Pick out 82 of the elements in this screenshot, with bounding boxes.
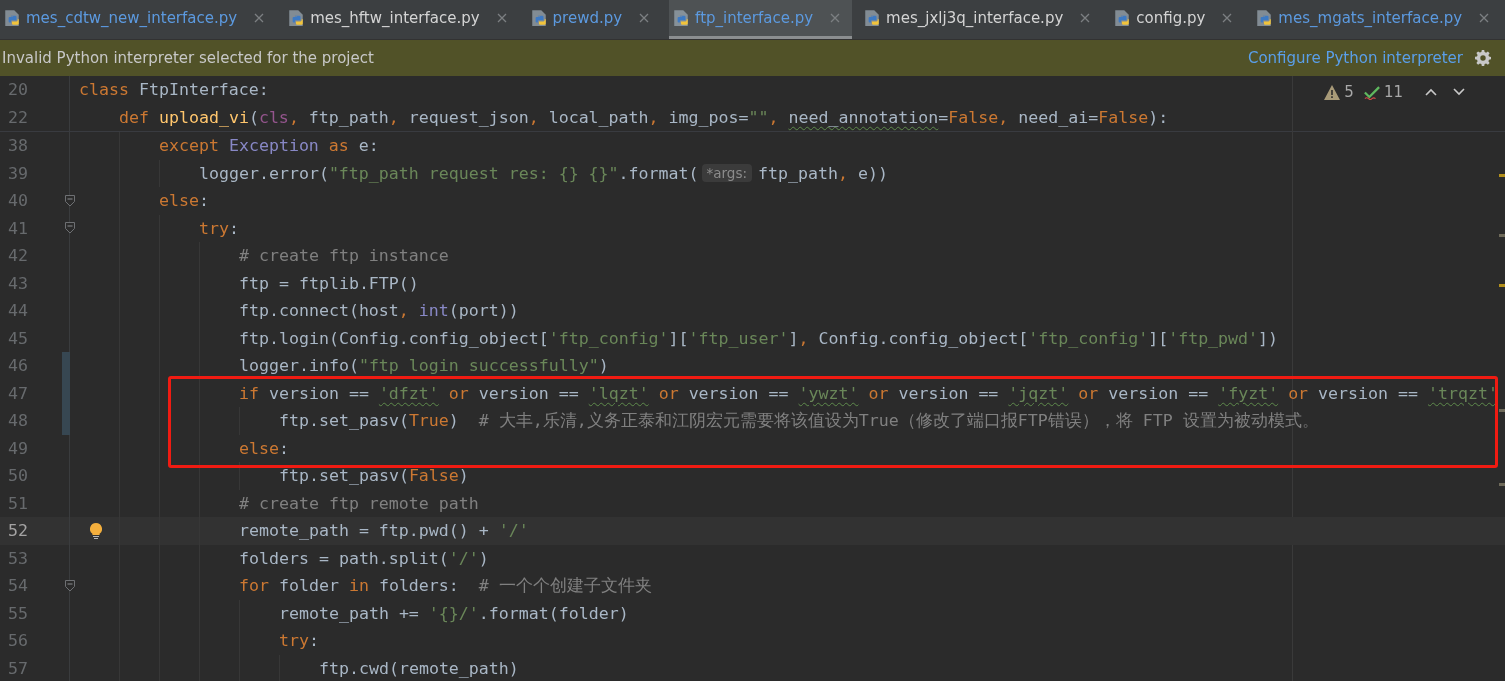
python-file-icon: [672, 9, 691, 27]
file-tab[interactable]: mes_jxlj3q_interface.py: [860, 0, 1103, 39]
line-number: 47: [8, 383, 28, 403]
code-line: ftp.login(Config.config_object['ftp_config']['ftp_user'], Config.config_object['ftp_config']['ftp_pwd']): [239, 328, 1279, 348]
close-icon[interactable]: [1080, 13, 1091, 23]
code-line: ftp.connect(host, int(port)): [239, 301, 519, 321]
lightbulb-icon[interactable]: [90, 522, 102, 539]
line-number: 20: [8, 80, 28, 100]
close-icon[interactable]: [830, 13, 841, 23]
close-icon[interactable]: [1479, 13, 1490, 23]
line-number: 51: [8, 493, 28, 513]
python-file-icon: [1255, 9, 1274, 27]
close-icon[interactable]: [254, 13, 265, 23]
line-number: 45: [8, 328, 28, 348]
line-number: 52: [8, 521, 28, 541]
line-number: 50: [8, 466, 28, 486]
code-line: def upload_vi(cls, ftp_path, request_json, local_path, img_pos="", need_annotation=False, need_ai=False):: [119, 107, 1169, 127]
file-tab[interactable]: config.py: [1110, 0, 1245, 39]
settings-icon[interactable]: [1475, 50, 1491, 66]
line-number: 49: [8, 438, 28, 458]
code-line: try:: [199, 218, 239, 238]
line-number: 41: [8, 218, 28, 238]
close-icon[interactable]: [1222, 13, 1233, 23]
code-line: try:: [279, 631, 319, 651]
line-number: 38: [8, 136, 28, 156]
file-tab[interactable]: mes_cdtw_new_interface.py: [0, 0, 277, 39]
warning-count: 5: [1344, 83, 1354, 101]
python-file-icon: [529, 9, 548, 27]
file-tab[interactable]: ftp_interface.py: [669, 0, 853, 39]
code-line: ftp.set_pasv(True) # 大丰,乐清,义务正泰和江阴宏元需要将该值设为True（修改了端口报FTP错误），将 FTP 设置为被动模式。: [279, 409, 1319, 432]
line-number: 46: [8, 356, 28, 376]
close-icon[interactable]: [496, 13, 507, 23]
chevron-down-icon[interactable]: [1453, 88, 1465, 96]
change-marker[interactable]: [62, 407, 70, 435]
line-number: 22: [8, 107, 28, 127]
line-number: 43: [8, 273, 28, 293]
line-number: 55: [8, 603, 28, 623]
parameter-hint: *args:: [701, 164, 753, 183]
line-number: 44: [8, 301, 28, 321]
python-file-icon: [3, 9, 21, 27]
code-line: else:: [159, 191, 209, 211]
code-line: logger.info("ftp login successfully"): [239, 356, 609, 376]
line-number: 56: [8, 631, 28, 651]
code-line: folders = path.split('/'): [239, 548, 489, 568]
code-line: ftp = ftplib.FTP(): [239, 273, 419, 293]
line-number: 48: [8, 411, 28, 431]
close-icon[interactable]: [639, 13, 650, 23]
line-number: 57: [8, 658, 28, 678]
file-tab[interactable]: mes_hftw_interface.py: [284, 0, 519, 39]
code-line: if version == 'dfzt' or version == 'lqzt' or version == 'ywzt' or version == 'jqzt' or version == 'fyzt' or version == 'trqzt': [239, 383, 1498, 403]
code-line: else:: [239, 438, 289, 458]
line-number: 53: [8, 548, 28, 568]
line-number: 42: [8, 246, 28, 266]
fold-icon[interactable]: [65, 579, 75, 592]
line-number: 40: [8, 191, 28, 211]
code-line: for folder in folders: # 一个个创建子文件夹: [239, 574, 652, 597]
file-tab[interactable]: prewd.py: [526, 0, 662, 39]
warning-icon[interactable]: [1324, 84, 1341, 100]
python-file-icon: [287, 9, 306, 27]
python-file-icon: [1113, 9, 1132, 27]
code-line: remote_path += '{}/'.format(folder): [279, 603, 629, 623]
code-line: # create ftp instance: [239, 246, 449, 266]
fold-icon[interactable]: [65, 222, 75, 235]
code-line: except Exception as e:: [159, 136, 379, 156]
fold-icon[interactable]: [65, 194, 75, 207]
check-count: 11: [1383, 83, 1403, 101]
python-file-icon: [863, 9, 882, 27]
code-line: ftp_path, e)): [758, 163, 888, 183]
configure-interpreter-link[interactable]: Configure Python interpreter: [1247, 49, 1463, 67]
code-line: logger.error("ftp_path request res: {} {}".format(: [199, 163, 699, 183]
chevron-up-icon[interactable]: [1425, 88, 1437, 96]
banner-message: Invalid Python interpreter selected for the project: [2, 49, 374, 67]
change-marker[interactable]: [62, 352, 70, 380]
file-tab[interactable]: mes_mgats_interface.py: [1252, 0, 1502, 39]
line-number: 54: [8, 576, 28, 596]
check-icon[interactable]: [1363, 84, 1380, 100]
code-line: remote_path = ftp.pwd() + '/': [239, 521, 529, 541]
line-number: 39: [8, 163, 28, 183]
code-line: class FtpInterface:: [79, 80, 269, 100]
code-line: # create ftp remote path: [239, 493, 479, 513]
code-line: ftp.set_pasv(False): [279, 466, 469, 486]
code-line: ftp.cwd(remote_path): [319, 658, 519, 678]
